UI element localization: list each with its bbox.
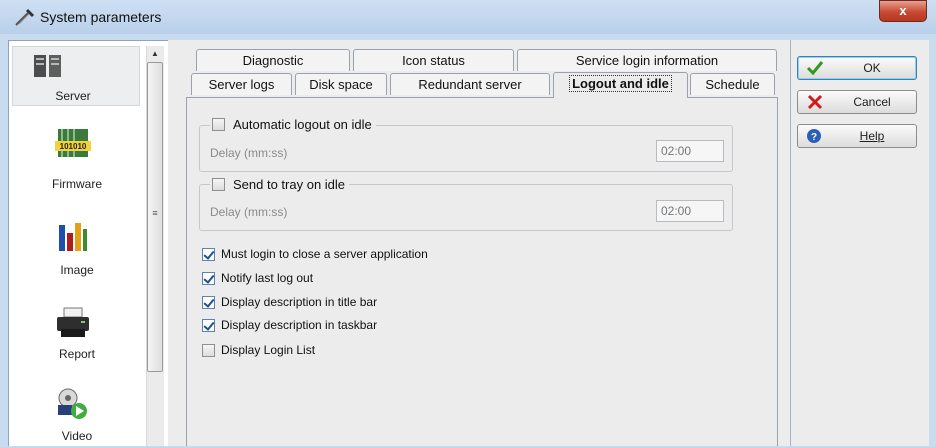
- tab-server-logs[interactable]: Server logs: [191, 73, 292, 95]
- tab-redundant-server[interactable]: Redundant server: [390, 73, 550, 95]
- nav-item-report[interactable]: Report: [9, 307, 145, 371]
- firmware-icon-text: 101010: [60, 142, 87, 151]
- notify-last-logout-label: Notify last log out: [221, 271, 314, 285]
- window-frame-right: [929, 34, 936, 446]
- display-description-title-bar-checkbox[interactable]: [202, 296, 215, 309]
- send-to-tray-delay-label: Delay (mm:ss): [210, 205, 288, 219]
- nav-item-video[interactable]: Video: [9, 387, 145, 447]
- tab-logout-and-idle-label: Logout and idle: [569, 75, 672, 92]
- nav-item-label: Server: [55, 89, 91, 103]
- close-button[interactable]: x: [879, 0, 927, 22]
- tab-logout-and-idle[interactable]: Logout and idle: [553, 72, 688, 98]
- cancel-x-icon: [807, 94, 823, 110]
- send-to-tray-label: Send to tray on idle: [233, 177, 346, 192]
- nav-item-label: Report: [58, 347, 96, 361]
- display-description-taskbar-checkbox[interactable]: [202, 319, 215, 332]
- nav-item-image[interactable]: Image: [9, 217, 145, 281]
- cancel-button-label: Cancel: [853, 95, 891, 109]
- nav-item-label: Image: [60, 263, 94, 277]
- display-description-title-bar-label: Display description in title bar: [221, 295, 378, 309]
- tab-diagnostic[interactable]: Diagnostic: [196, 49, 350, 71]
- auto-logout-label: Automatic logout on idle: [233, 117, 372, 132]
- notify-last-logout-checkbox[interactable]: [202, 272, 215, 285]
- tab-schedule[interactable]: Schedule: [690, 73, 775, 95]
- image-icon: [59, 223, 87, 251]
- display-description-taskbar-label: Display description in taskbar: [221, 318, 378, 332]
- send-to-tray-legend: Send to tray on idle: [210, 177, 350, 192]
- ok-button[interactable]: OK: [797, 56, 917, 80]
- cancel-button[interactable]: Cancel: [797, 90, 917, 114]
- wrench-icon: [15, 8, 35, 26]
- ok-button-label: OK: [863, 61, 881, 75]
- auto-logout-delay-input[interactable]: 02:00: [656, 140, 724, 162]
- checkmark-icon: [806, 61, 824, 76]
- video-icon: [58, 388, 87, 419]
- display-login-list-label: Display Login List: [221, 343, 316, 357]
- window-title: System parameters: [40, 9, 162, 25]
- nav-item-firmware[interactable]: 101010 Firmware: [9, 127, 145, 191]
- nav-item-server[interactable]: Server: [12, 46, 140, 106]
- category-list: Server 101010 Firmware Image Report Vide…: [8, 40, 168, 446]
- tab-service-login-information[interactable]: Service login information: [517, 49, 777, 71]
- auto-logout-delay-label: Delay (mm:ss): [210, 146, 288, 160]
- help-icon: ?: [807, 129, 821, 143]
- help-button-label: Help: [859, 129, 885, 143]
- help-button[interactable]: ? Help: [797, 124, 917, 148]
- scroll-up-arrow-icon[interactable]: ▲: [146, 46, 164, 62]
- auto-logout-legend: Automatic logout on idle: [210, 117, 376, 132]
- send-to-tray-delay-input[interactable]: 02:00: [656, 200, 724, 222]
- firmware-icon: 101010: [55, 129, 91, 157]
- printer-icon: [57, 307, 89, 337]
- server-icon: [34, 55, 61, 77]
- must-login-checkbox[interactable]: [202, 248, 215, 261]
- nav-item-label: Firmware: [52, 177, 102, 191]
- display-login-list-checkbox[interactable]: [202, 344, 215, 357]
- auto-logout-checkbox[interactable]: [212, 118, 225, 131]
- tab-disk-space[interactable]: Disk space: [295, 73, 387, 95]
- svg-text:?: ?: [811, 132, 817, 143]
- tab-icon-status[interactable]: Icon status: [353, 49, 514, 71]
- nav-item-label: Video: [61, 429, 93, 443]
- must-login-label: Must login to close a server application: [221, 247, 428, 261]
- scroll-grip-icon: ≡: [152, 208, 158, 218]
- send-to-tray-checkbox[interactable]: [212, 178, 225, 191]
- window-frame-left: [0, 34, 8, 446]
